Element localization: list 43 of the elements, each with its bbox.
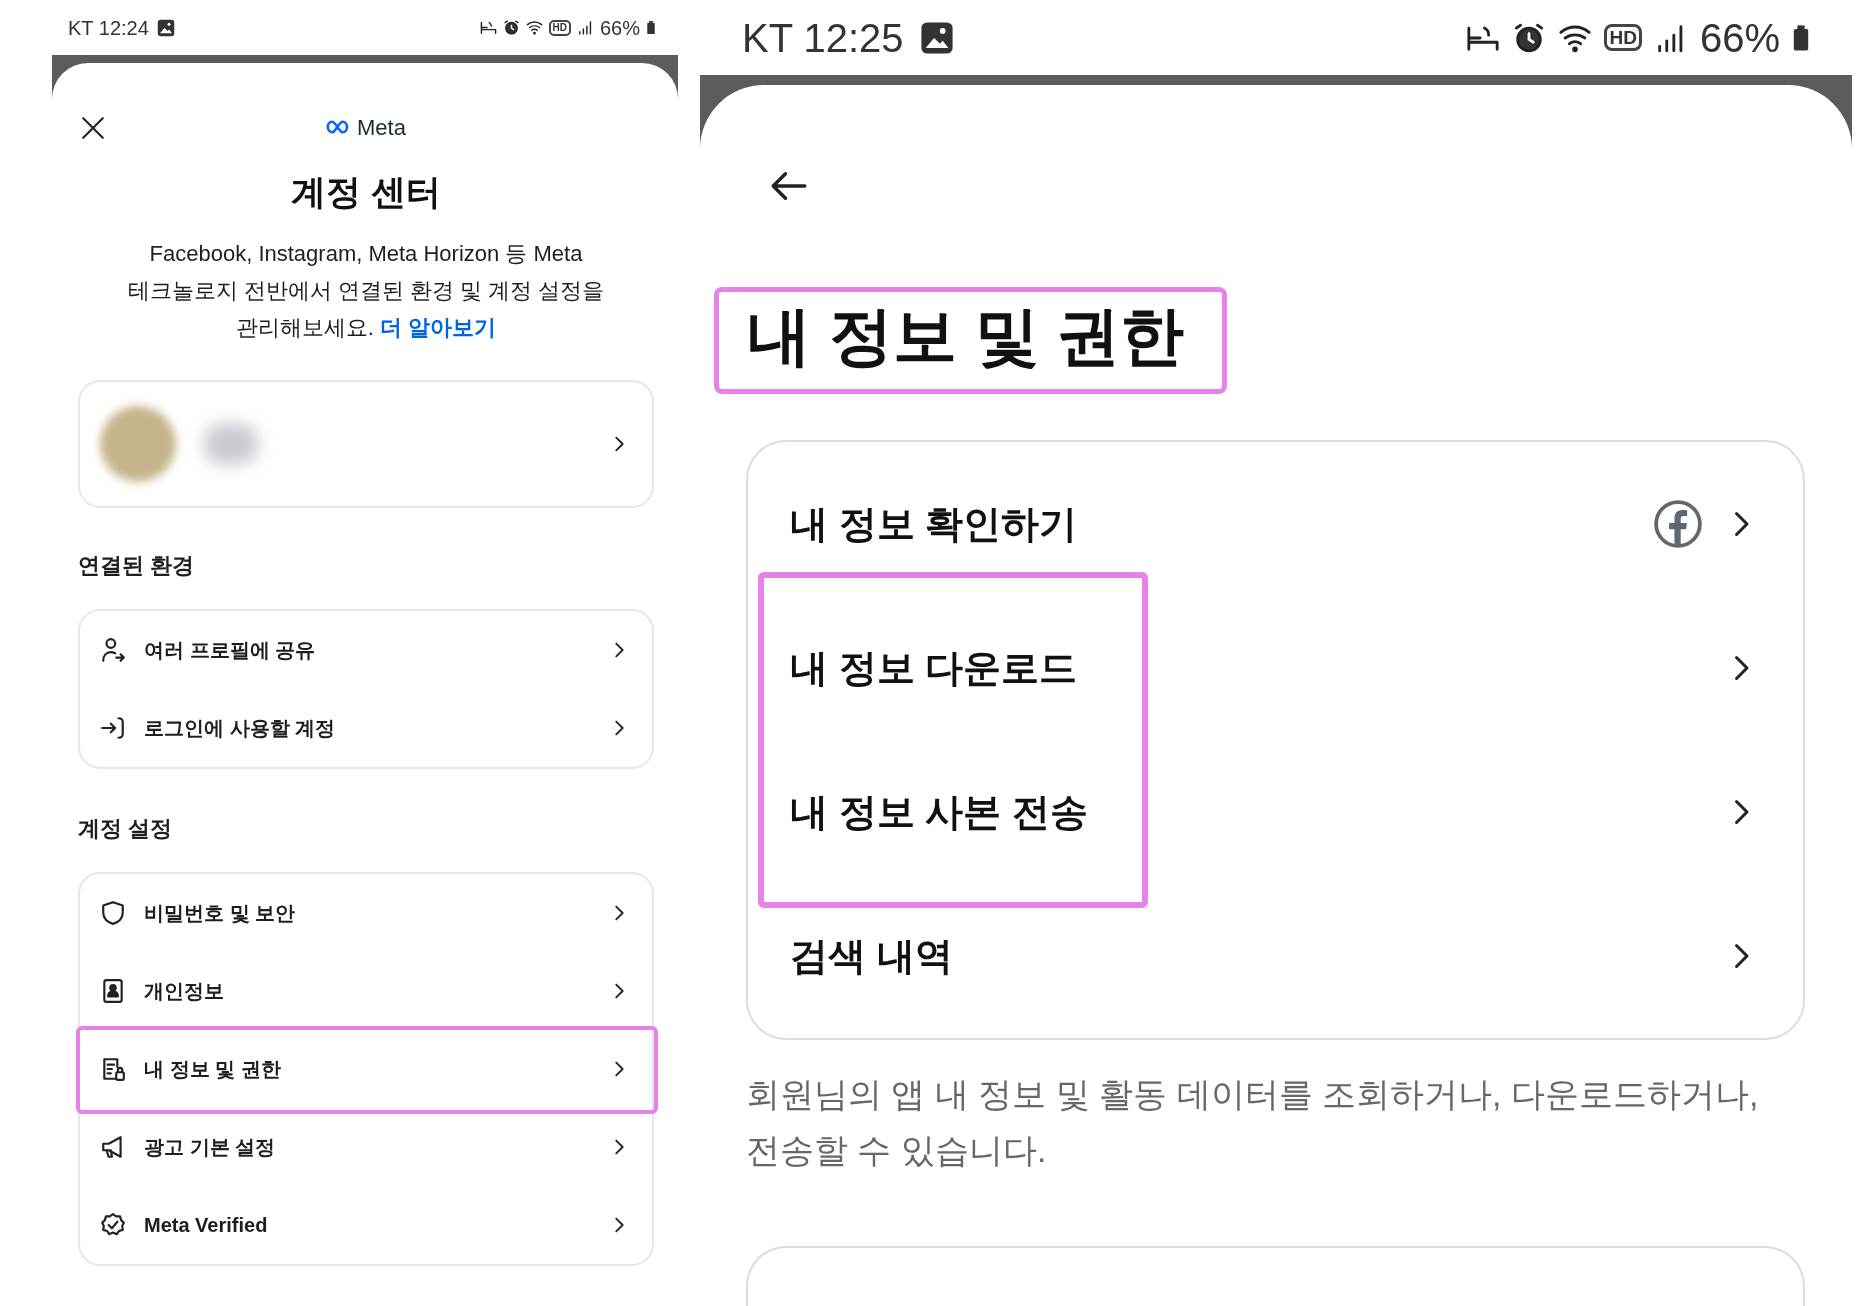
settings-item[interactable]: 내 정보 다운로드 (748, 596, 1803, 740)
description: 회원님의 앱 내 정보 및 활동 데이터를 조회하거나, 다운로드하거나, 전송할 수 있습니다. (746, 1074, 1760, 1171)
section-heading: 계정 설정 (78, 815, 174, 843)
bed-icon (479, 19, 497, 36)
gallery-icon (919, 20, 954, 55)
page-title: 내 정보 및 권한 (714, 287, 1228, 394)
hd-indicator: HD (548, 19, 571, 36)
circle-f-icon (1653, 499, 1703, 549)
section-heading: 연결된 환경 (78, 552, 196, 580)
alarm-icon (502, 19, 520, 36)
sign-in-icon (100, 715, 126, 741)
learn-more-link[interactable]: 더 알아보기 (380, 315, 497, 340)
person-share-icon (100, 637, 126, 663)
settings-item[interactable]: 개인정보 (80, 952, 652, 1030)
id-card-icon (100, 978, 126, 1004)
close-icon (80, 115, 106, 141)
settings-item[interactable]: 비밀번호 및 보안 (80, 874, 652, 952)
logo: Meta (326, 110, 406, 144)
battery-icon (1792, 22, 1810, 53)
settings-item[interactable]: 광고 기본 설정 (80, 1108, 652, 1186)
status-time: KT 12:25 (742, 14, 904, 62)
description: Facebook, Instagram, Meta Horizon 등 Meta 테크놀로지 전반에서 연결된 환경 및 계정 설정을 관리해보세요. 더 알아보기 (126, 240, 606, 342)
battery-percent: 66% (1699, 14, 1780, 62)
wifi-icon (525, 19, 543, 36)
battery-icon (646, 20, 656, 35)
status-time: KT 12:24 (68, 15, 149, 41)
document-lock-icon (100, 1056, 126, 1082)
settings-item[interactable]: 내 정보 사본 전송 (748, 740, 1803, 884)
close-button[interactable] (80, 115, 106, 141)
hd-indicator: HD (1604, 24, 1642, 52)
settings-item[interactable]: 내 정보 확인하기 (748, 452, 1803, 596)
shield-icon (100, 900, 126, 926)
settings-item[interactable]: 검색 내역 (748, 884, 1803, 1028)
page-title: 계정 센터 (290, 171, 442, 213)
blurred-name (204, 424, 258, 464)
settings-item[interactable]: Meta Verified (80, 1186, 652, 1264)
settings-item[interactable]: 내 정보 및 권한 (80, 1030, 652, 1108)
settings-item[interactable]: 로그인에 사용할 계정 (80, 689, 652, 767)
settings-item[interactable]: 여러 프로필에 공유 (80, 611, 652, 689)
gallery-icon (156, 18, 175, 37)
signal-icon (576, 19, 594, 36)
battery-percent: 66% (599, 15, 640, 41)
verified-badge-icon (100, 1212, 126, 1238)
